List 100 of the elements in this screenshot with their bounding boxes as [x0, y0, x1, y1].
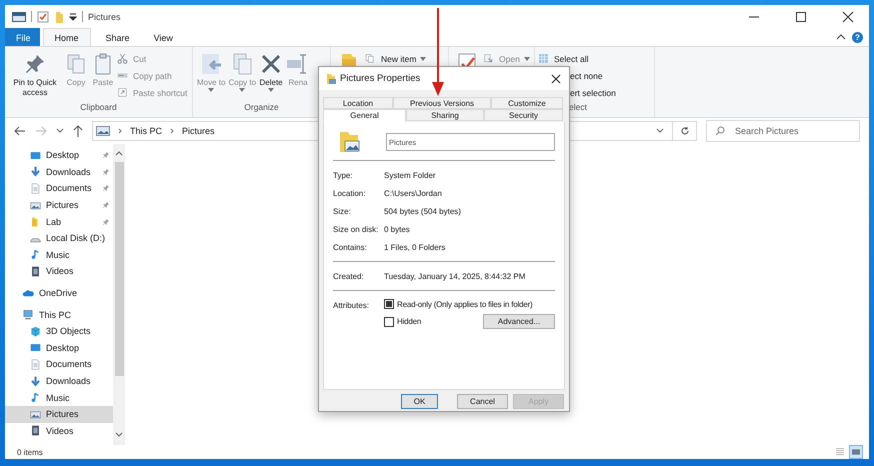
checkbox[interactable]: Hidden	[384, 316, 422, 326]
shortcut-icon	[117, 87, 129, 99]
nav-item[interactable]: Pictures	[5, 196, 113, 214]
nav-item[interactable]: Local Disk (D:)	[5, 230, 113, 247]
caret-icon	[239, 88, 246, 92]
customize-dropdown-icon[interactable]	[69, 12, 77, 20]
dialog-button[interactable]: OK	[401, 394, 438, 409]
close-icon[interactable]	[551, 74, 561, 84]
nav-item[interactable]: Videos	[5, 263, 113, 280]
dialog-tab[interactable]: Customize	[491, 97, 563, 109]
advanced-button[interactable]: Advanced...	[483, 314, 555, 329]
caret-icon	[420, 57, 426, 61]
desktop-icon	[30, 150, 41, 161]
ribbon-tab[interactable]: Share	[94, 28, 142, 46]
property-label: Size on disk:	[333, 224, 380, 234]
back-arrow-icon[interactable]	[14, 126, 26, 136]
app-icon	[12, 10, 26, 22]
property-label: Size:	[333, 206, 352, 216]
ribbon-tab[interactable]: View	[142, 28, 185, 46]
chevron-down-icon[interactable]	[656, 128, 664, 134]
property-value: C:\Users\Jordan	[384, 188, 442, 198]
picture-folder-icon	[30, 408, 41, 420]
nav-item[interactable]: 3D Objects	[5, 322, 113, 340]
caret-icon	[208, 88, 214, 92]
search-field[interactable]: Search Pictures	[706, 120, 860, 142]
download-arrow-icon	[30, 376, 41, 387]
ribbon-button[interactable]: New item	[365, 52, 426, 66]
dialog-tab[interactable]: Security	[484, 109, 563, 121]
window-title: Pictures	[88, 12, 121, 22]
cloud-icon	[22, 288, 34, 299]
scroll-down-icon[interactable]	[115, 432, 123, 438]
up-arrow-icon[interactable]	[73, 125, 83, 137]
ribbon-button[interactable]: Select all	[538, 52, 616, 66]
open-icon	[483, 53, 495, 65]
dialog-tab[interactable]: Sharing	[406, 109, 484, 121]
refresh-icon	[680, 126, 690, 136]
details-view-icon	[834, 446, 846, 458]
search-icon	[715, 126, 725, 136]
nav-item[interactable]: Desktop	[5, 340, 113, 356]
move-icon	[199, 52, 224, 76]
document-icon	[30, 182, 41, 194]
nav-item[interactable]: Pictures	[5, 406, 113, 422]
film-icon	[30, 425, 41, 436]
scrollbar[interactable]	[113, 144, 125, 445]
nav-item[interactable]: Videos	[5, 422, 113, 440]
ribbon-tab[interactable]: File	[5, 28, 40, 46]
nav-item[interactable]: Lab	[5, 213, 113, 230]
group-label: Organize	[244, 102, 279, 114]
status-text: 0 items	[17, 448, 43, 456]
nav-item[interactable]: This PC	[5, 306, 113, 323]
nav-item[interactable]: OneDrive	[5, 284, 113, 302]
grid-icon	[538, 53, 550, 65]
refresh-button[interactable]	[673, 121, 697, 141]
property-value: 1 Files, 0 Folders	[384, 242, 446, 252]
pin-icon	[102, 218, 110, 226]
nav-item[interactable]: Downloads	[5, 164, 113, 180]
breadcrumb[interactable]: Pictures	[182, 126, 215, 136]
document-icon	[30, 358, 41, 370]
property-label: Contains:	[333, 242, 368, 252]
breadcrumb[interactable]: This PC	[130, 126, 162, 136]
dialog-tab[interactable]: General	[323, 109, 406, 122]
ribbon-button[interactable]: Pin to Quick access	[8, 50, 62, 100]
property-value: Tuesday, January 14, 2025, 8:44:32 PM	[384, 272, 526, 280]
view-button[interactable]	[849, 445, 863, 459]
scroll-up-icon[interactable]	[115, 150, 123, 156]
property-value: 0 bytes	[384, 224, 410, 234]
checkmark-document-icon[interactable]	[457, 52, 477, 66]
dialog-tab[interactable]: Location	[323, 97, 393, 109]
checkmark-document-icon[interactable]	[37, 10, 49, 22]
chevron-icon	[169, 128, 176, 134]
nav-item[interactable]: Desktop	[5, 147, 113, 164]
nav-item[interactable]: Music	[5, 246, 113, 264]
dialog-tab[interactable]: Previous Versions	[393, 97, 491, 109]
desktop-icon	[30, 342, 41, 354]
picture-folder-icon	[96, 126, 110, 136]
property-label: Attributes:	[333, 300, 370, 312]
picture-folder-icon	[338, 130, 360, 154]
checkbox[interactable]: Read-only (Only applies to files in folder)	[384, 299, 532, 309]
nav-item[interactable]: Documents	[5, 180, 113, 197]
nav-item[interactable]: Documents	[5, 356, 113, 373]
download-arrow-icon	[30, 166, 41, 178]
collapse-ribbon-icon[interactable]	[836, 33, 846, 41]
ribbon-tab[interactable]: Home	[42, 28, 91, 46]
ribbon-button[interactable]: Delete	[258, 50, 284, 94]
recent-dropdown-icon[interactable]	[56, 128, 64, 134]
nav-item[interactable]: Music	[5, 389, 113, 406]
dialog-title: Pictures Properties	[340, 73, 420, 84]
caret-icon	[524, 57, 530, 61]
property-value: System Folder	[384, 170, 436, 180]
scissors-icon	[117, 53, 129, 65]
nav-item[interactable]: Downloads	[5, 372, 113, 390]
computer-icon	[22, 309, 34, 320]
music-note-icon	[30, 392, 41, 404]
close-icon[interactable]	[842, 10, 854, 22]
chevron-icon	[117, 128, 123, 134]
pin-icon	[102, 168, 110, 176]
group-label: Clipboard	[80, 102, 117, 114]
dialog-button[interactable]: Cancel	[457, 394, 508, 409]
help-button[interactable]: ?	[852, 32, 863, 42]
maximize-icon[interactable]	[795, 10, 807, 22]
